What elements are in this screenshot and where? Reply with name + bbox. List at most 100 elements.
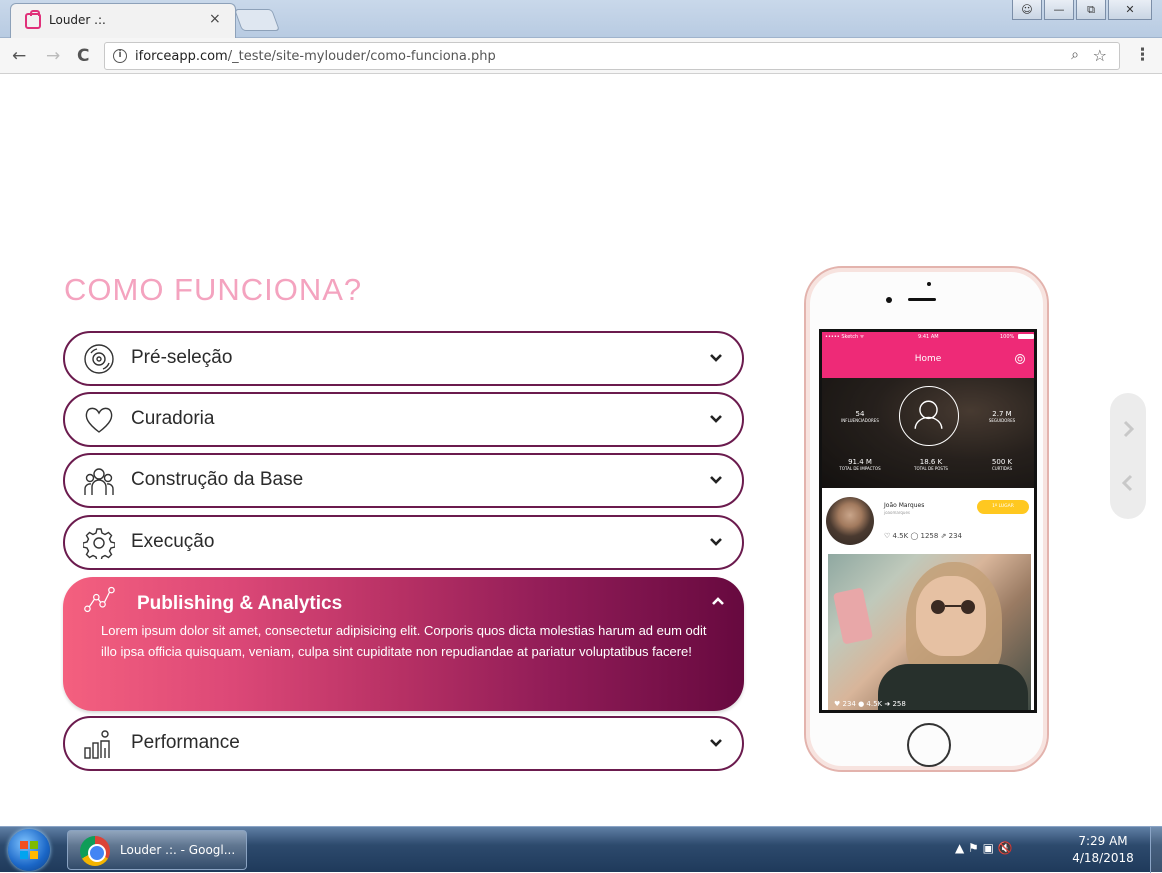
app-header: Home [822, 342, 1034, 378]
chevron-right-icon[interactable] [1118, 419, 1138, 439]
group-icon [84, 468, 114, 495]
chevron-left-icon[interactable] [1118, 473, 1138, 493]
browser-tabbar: Louder .:. × ☺ — ⧉ ✕ [0, 0, 1162, 38]
stat-num: 500 K [991, 458, 1013, 466]
url-bar[interactable]: i iforceapp.com/_teste/site-mylouder/com… [104, 42, 1120, 70]
stat-num: 54 [855, 410, 865, 418]
tab-close-button[interactable]: × [209, 11, 221, 27]
chevron-down-icon[interactable] [708, 411, 724, 427]
stat-total-posts: 18.6 K TOTAL DE POSTS [901, 458, 961, 471]
star-icon[interactable]: ☆ [1093, 46, 1107, 65]
settings-gear-icon [1015, 354, 1025, 364]
accordion-item-curadoria[interactable]: Curadoria [63, 392, 744, 447]
chevron-down-icon[interactable] [708, 472, 724, 488]
address-toolbar: ← → C i iforceapp.com/_teste/site-myloud… [0, 38, 1162, 74]
phone-mockup: ••••• Sketch ᯤ 9:41 AM 100% Home 54 INFL… [804, 266, 1049, 772]
stat-curtidas: 500 K CURTIDAS [972, 458, 1032, 471]
browser-tab[interactable]: Louder .:. × [10, 3, 236, 38]
shopping-bag-icon [25, 13, 41, 29]
avatar [899, 386, 959, 446]
forward-button[interactable]: → [46, 46, 60, 66]
window-controls: ☺ — ⧉ ✕ [1012, 0, 1152, 20]
bar-chart-person-icon [84, 730, 110, 759]
post-image: ♥ 234 ● 4.5K ➜ 258 [828, 554, 1031, 710]
accordion-label: Curadoria [131, 408, 215, 429]
app-title: Home [914, 354, 942, 364]
post-author: João Marques [884, 502, 925, 509]
post-header: João Marques joaomarques 1º LUGAR ♡ 4.5K… [822, 494, 1034, 548]
tab-title: Louder .:. [49, 13, 106, 27]
taskbar-item-label: Louder .:. - Googl... [120, 843, 236, 857]
stat-label: TOTAL DE IMPACTOS [839, 466, 881, 471]
stat-label: TOTAL DE POSTS [914, 466, 948, 471]
post-stats: ♡ 4.5K ◯ 1258 ⇗ 234 [884, 532, 962, 540]
status-battery: 100% [1000, 334, 1015, 340]
phone-status-bar: ••••• Sketch ᯤ 9:41 AM 100% [822, 332, 1034, 342]
post-avatar [826, 497, 874, 545]
windows-logo-icon [20, 841, 38, 859]
sunglasses-shape [931, 600, 975, 614]
phone-sensor [927, 282, 931, 286]
stat-label: SEGUIDORES [988, 418, 1016, 423]
page-title: COMO FUNCIONA? [64, 272, 363, 307]
taskbar-chrome-item[interactable]: Louder .:. - Googl... [67, 830, 247, 870]
stat-label: CURTIDAS [991, 466, 1013, 471]
accordion-item-execucao[interactable]: Execução [63, 515, 744, 570]
status-time: 9:41 AM [918, 334, 939, 340]
url-path: /_teste/site-mylouder/como-funciona.php [227, 49, 496, 64]
clock-date: 4/18/2018 [1072, 851, 1134, 865]
system-tray-icons[interactable]: ▲ ⚑ ▣ 🔇 [955, 841, 1013, 855]
profile-hero: 54 INFLUENCIADORES 2.7 M SEGUIDORES 91.4… [822, 378, 1034, 488]
start-button[interactable] [8, 829, 50, 871]
restore-button[interactable]: ⧉ [1076, 0, 1106, 20]
show-desktop-button[interactable] [1150, 827, 1162, 873]
heart-icon [85, 407, 113, 433]
clock-time: 7:29 AM [1078, 834, 1128, 848]
image-stats: ♥ 234 ● 4.5K ➜ 258 [834, 700, 906, 708]
close-window-button[interactable]: ✕ [1108, 0, 1152, 20]
user-icon [914, 400, 943, 429]
new-tab-button[interactable] [233, 9, 281, 31]
stat-num: 18.6 K [919, 458, 943, 466]
stat-seguidores: 2.7 M SEGUIDORES [972, 410, 1032, 423]
status-carrier: ••••• Sketch ᯤ [825, 334, 865, 340]
accordion-item-publishing-analytics[interactable]: Publishing & Analytics Lorem ipsum dolor… [63, 577, 744, 711]
stat-total-impactos: 91.4 M TOTAL DE IMPACTOS [830, 458, 890, 471]
back-button[interactable]: ← [12, 46, 26, 66]
accordion-body: Lorem ipsum dolor sit amet, consectetur … [101, 623, 707, 659]
chrome-icon [80, 836, 110, 866]
phone-speaker [908, 298, 936, 301]
chevron-down-icon[interactable] [708, 350, 724, 366]
chevron-down-icon[interactable] [708, 735, 724, 751]
chevron-up-icon[interactable] [710, 593, 726, 609]
browser-menu-icon[interactable]: ⋮ [1134, 45, 1151, 65]
accordion-item-pre-selecao[interactable]: Pré-seleção [63, 331, 744, 386]
accordion-item-performance[interactable]: Performance [63, 716, 744, 771]
url-text: iforceapp.com/_teste/site-mylouder/como-… [135, 49, 496, 64]
os-taskbar: Louder .:. - Googl... ▲ ⚑ ▣ 🔇 7:29 AM 4/… [0, 826, 1162, 873]
rank-badge: 1º LUGAR [977, 500, 1029, 514]
network-icon [84, 586, 115, 613]
stat-num: 2.7 M [992, 410, 1012, 418]
stat-num: 91.4 M [848, 458, 872, 466]
accordion-item-construcao-da-base[interactable]: Construção da Base [63, 453, 744, 508]
chevron-down-icon[interactable] [708, 534, 724, 550]
battery-icon [1018, 334, 1034, 339]
stat-influenciadores: 54 INFLUENCIADORES [830, 410, 890, 423]
url-host: iforceapp.com [135, 49, 228, 64]
info-icon[interactable]: i [113, 49, 127, 63]
slider-controls [1110, 393, 1146, 519]
user-icon[interactable]: ☺ [1012, 0, 1042, 20]
stat-label: INFLUENCIADORES [841, 418, 879, 423]
accordion-label: Construção da Base [131, 469, 304, 490]
gear-icon [83, 528, 115, 559]
reload-button[interactable]: C [77, 46, 89, 66]
system-clock[interactable]: 7:29 AM 4/18/2018 [1068, 833, 1138, 867]
minimize-button[interactable]: — [1044, 0, 1074, 20]
accordion-label: Execução [131, 531, 215, 552]
vinyl-icon [84, 344, 114, 374]
zoom-out-icon[interactable]: ⌕ [1071, 47, 1079, 63]
accordion-label: Performance [131, 732, 240, 753]
phone-screen: ••••• Sketch ᯤ 9:41 AM 100% Home 54 INFL… [819, 329, 1037, 713]
accordion-label: Pré-seleção [131, 347, 233, 368]
